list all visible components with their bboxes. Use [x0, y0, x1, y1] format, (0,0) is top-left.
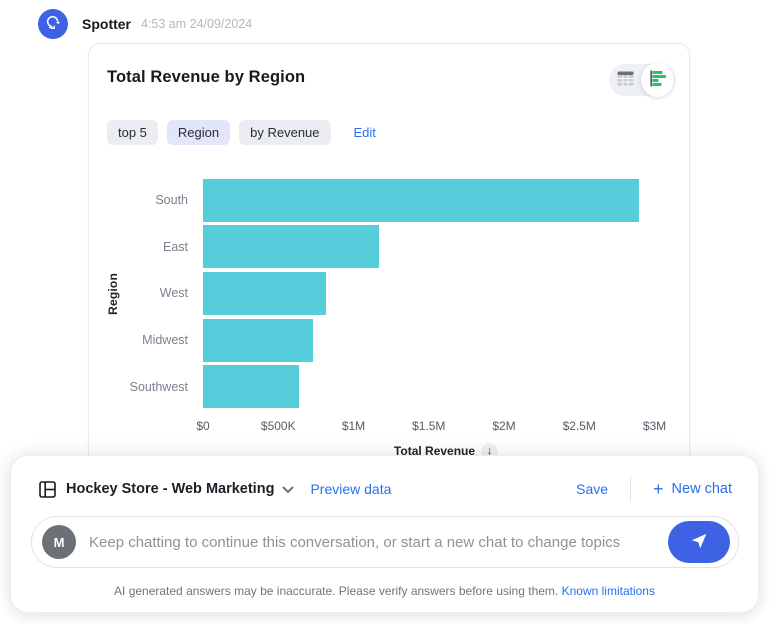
x-tick-label: $1M	[342, 419, 365, 433]
card-title: Total Revenue by Region	[107, 64, 305, 87]
bar-chart: Region South East West Midwest Southwest $0 $…	[89, 177, 689, 460]
query-chip-top-5[interactable]: top 5	[107, 120, 158, 145]
table-icon	[617, 71, 634, 89]
bar-southwest[interactable]	[203, 365, 299, 408]
paper-plane-icon	[689, 531, 709, 554]
new-chat-label: New chat	[672, 481, 732, 497]
vertical-divider	[630, 476, 631, 502]
y-axis-label: Region	[106, 273, 120, 315]
bar-east[interactable]	[203, 225, 379, 268]
plus-icon: +	[653, 480, 664, 498]
disclaimer-text: AI generated answers may be inaccurate. …	[114, 584, 558, 598]
bar-rows: South East West Midwest Southwest	[89, 177, 689, 410]
x-axis-ticks: $0$500K$1M$1.5M$2M$2.5M$3M	[203, 419, 689, 437]
x-tick-label: $0	[196, 419, 209, 433]
bar-south[interactable]	[203, 179, 639, 222]
query-chip-by-revenue[interactable]: by Revenue	[239, 120, 330, 145]
bar-midwest[interactable]	[203, 319, 313, 362]
new-chat-button[interactable]: + New chat	[653, 480, 732, 498]
disclaimer-footer: AI generated answers may be inaccurate. …	[11, 584, 758, 598]
query-chips-row: top 5 Region by Revenue Edit	[107, 120, 689, 145]
preview-data-link[interactable]: Preview data	[310, 481, 391, 497]
spotter-avatar	[38, 9, 68, 39]
lightbulb-sparkle-icon	[45, 13, 62, 35]
x-tick-label: $500K	[261, 419, 296, 433]
chevron-down-icon[interactable]	[282, 486, 294, 494]
horizontal-bar-chart-icon	[649, 70, 667, 90]
category-label: East	[89, 240, 203, 254]
sender-name: Spotter	[82, 16, 131, 32]
chart-view-button[interactable]	[641, 63, 674, 97]
x-tick-label: $3M	[643, 419, 666, 433]
answer-card: Total Revenue by Region	[88, 43, 690, 467]
x-tick-label: $1.5M	[412, 419, 445, 433]
card-header: Total Revenue by Region	[89, 44, 689, 96]
category-label: South	[89, 193, 203, 207]
x-tick-label: $2M	[492, 419, 515, 433]
chat-panel: Hockey Store - Web Marketing Preview dat…	[10, 455, 759, 613]
chat-input[interactable]	[89, 534, 662, 551]
datasource-name[interactable]: Hockey Store - Web Marketing	[66, 481, 274, 497]
known-limitations-link[interactable]: Known limitations	[562, 584, 655, 598]
edit-query-link[interactable]: Edit	[354, 125, 376, 140]
worksheet-icon	[39, 481, 56, 498]
datasource-row: Hockey Store - Web Marketing Preview dat…	[11, 456, 758, 502]
bar-row-east: East	[89, 224, 689, 271]
bar-row-midwest: Midwest	[89, 317, 689, 364]
x-tick-label: $2.5M	[563, 419, 596, 433]
query-chip-region[interactable]: Region	[167, 120, 230, 145]
category-label: Midwest	[89, 333, 203, 347]
message-timestamp: 4:53 am 24/09/2024	[141, 17, 252, 31]
bar-west[interactable]	[203, 272, 326, 315]
table-view-button[interactable]	[610, 64, 641, 96]
category-label: Southwest	[89, 380, 203, 394]
bar-row-west: West	[89, 270, 689, 317]
bar-row-south: South	[89, 177, 689, 224]
chat-input-container: M	[31, 516, 739, 568]
bar-row-southwest: Southwest	[89, 363, 689, 410]
send-button[interactable]	[668, 521, 730, 563]
user-avatar: M	[42, 525, 76, 559]
message-header: Spotter 4:53 am 24/09/2024	[38, 9, 252, 39]
visualization-toggle	[609, 64, 675, 96]
save-button[interactable]: Save	[576, 481, 608, 497]
